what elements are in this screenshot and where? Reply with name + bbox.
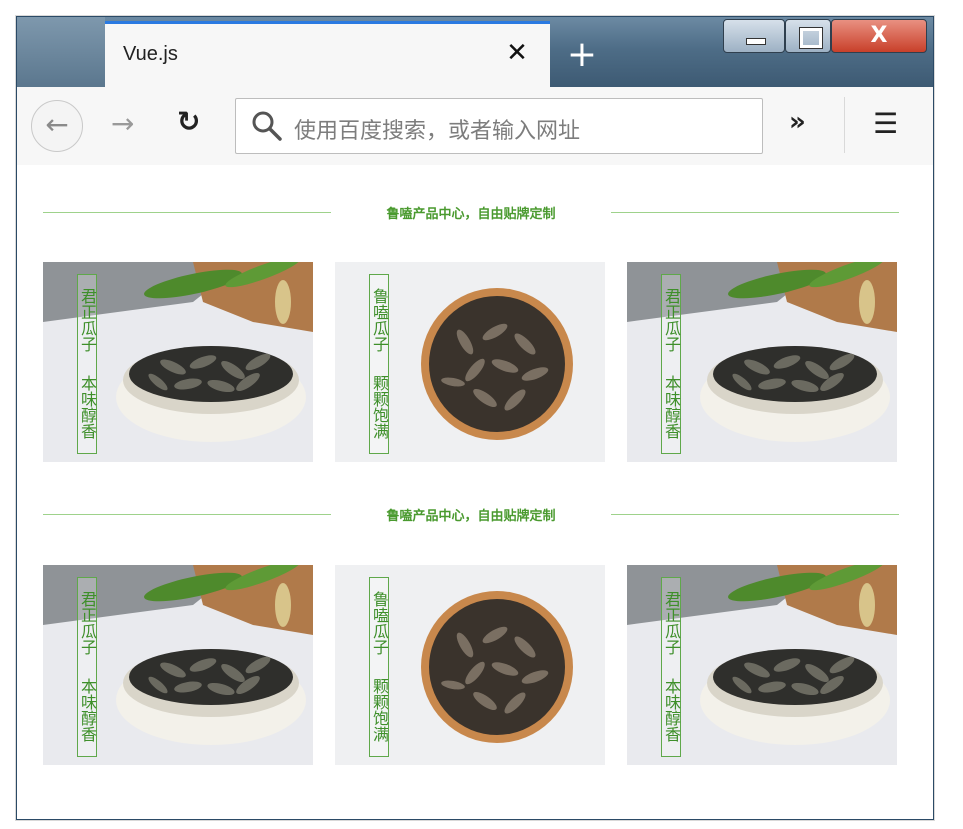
back-button[interactable]: ← xyxy=(31,100,83,152)
url-bar[interactable]: 使用百度搜索，或者输入网址 xyxy=(235,98,763,154)
overflow-chevron-icon[interactable]: » xyxy=(789,107,806,137)
product-card[interactable]: 君正瓜子 本味醇香 xyxy=(43,262,313,462)
product-label-bottom: 本味醇香 xyxy=(662,677,681,742)
reload-button[interactable]: ↻ xyxy=(177,105,200,138)
forward-button[interactable]: → xyxy=(111,107,134,140)
browser-window: Vue.js ✕ + X ← → ↻ 使用百度搜索，或者输入网址 » ☰ 鲁嗑产… xyxy=(16,16,934,820)
title-bar: Vue.js ✕ + X xyxy=(17,17,933,87)
minimize-button[interactable] xyxy=(723,19,785,53)
product-label-bottom: 本味醇香 xyxy=(78,374,97,439)
arrow-left-icon: ← xyxy=(45,108,69,141)
nav-toolbar: ← → ↻ 使用百度搜索，或者输入网址 » ☰ xyxy=(17,87,933,166)
new-tab-button[interactable]: + xyxy=(562,35,602,75)
section-title: 鲁嗑产品中心，自由贴牌定制 xyxy=(386,509,556,524)
product-card[interactable]: 君正瓜子 本味醇香 xyxy=(627,262,897,462)
product-card[interactable]: 鲁嗑瓜子 颗颗饱满 xyxy=(335,262,605,462)
maximize-button[interactable] xyxy=(785,19,831,53)
tab-close-icon[interactable]: ✕ xyxy=(502,38,532,68)
arrow-right-icon: → xyxy=(111,107,135,140)
product-label: 君正瓜子 本味醇香 xyxy=(77,577,97,757)
section-header: 鲁嗑产品中心，自由贴牌定制 xyxy=(43,505,899,525)
product-card[interactable]: 鲁嗑瓜子 颗颗饱满 xyxy=(335,565,605,765)
product-label: 鲁嗑瓜子 颗颗饱满 xyxy=(369,274,389,454)
tab-active[interactable]: Vue.js ✕ xyxy=(105,21,550,87)
title-bar-left-strip xyxy=(17,17,105,87)
reload-icon: ↻ xyxy=(177,105,201,138)
header-line-left xyxy=(43,212,331,213)
section-title: 鲁嗑产品中心，自由贴牌定制 xyxy=(386,207,556,222)
product-label-bottom: 颗颗饱满 xyxy=(370,374,389,439)
product-label-bottom: 颗颗饱满 xyxy=(370,677,389,742)
product-label: 君正瓜子 本味醇香 xyxy=(661,274,681,454)
minimize-icon xyxy=(746,38,766,45)
section-header: 鲁嗑产品中心，自由贴牌定制 xyxy=(43,203,899,223)
header-line-right xyxy=(611,212,899,213)
product-label-top: 君正瓜子 xyxy=(662,590,681,655)
product-label: 鲁嗑瓜子 颗颗饱满 xyxy=(369,577,389,757)
close-icon: X xyxy=(870,23,888,48)
product-label: 君正瓜子 本味醇香 xyxy=(661,577,681,757)
product-card[interactable]: 君正瓜子 本味醇香 xyxy=(627,565,897,765)
toolbar-divider xyxy=(844,97,845,153)
tab-title: Vue.js xyxy=(123,43,178,65)
header-line-left xyxy=(43,514,331,515)
url-placeholder: 使用百度搜索，或者输入网址 xyxy=(294,119,581,144)
product-label-bottom: 本味醇香 xyxy=(78,677,97,742)
product-label-top: 鲁嗑瓜子 xyxy=(370,590,389,655)
product-card[interactable]: 君正瓜子 本味醇香 xyxy=(43,565,313,765)
header-line-right xyxy=(611,514,899,515)
product-label-top: 鲁嗑瓜子 xyxy=(370,287,389,352)
search-icon xyxy=(252,111,282,141)
page-content: 鲁嗑产品中心，自由贴牌定制 君正瓜子 本味醇香 鲁嗑瓜子 颗颗饱满 君正瓜子 本… xyxy=(17,165,933,819)
hamburger-menu-icon[interactable]: ☰ xyxy=(873,107,898,140)
maximize-icon xyxy=(799,27,823,49)
product-label: 君正瓜子 本味醇香 xyxy=(77,274,97,454)
close-window-button[interactable]: X xyxy=(831,19,927,53)
product-label-top: 君正瓜子 xyxy=(78,287,97,352)
product-label-top: 君正瓜子 xyxy=(78,590,97,655)
product-label-bottom: 本味醇香 xyxy=(662,374,681,439)
product-label-top: 君正瓜子 xyxy=(662,287,681,352)
